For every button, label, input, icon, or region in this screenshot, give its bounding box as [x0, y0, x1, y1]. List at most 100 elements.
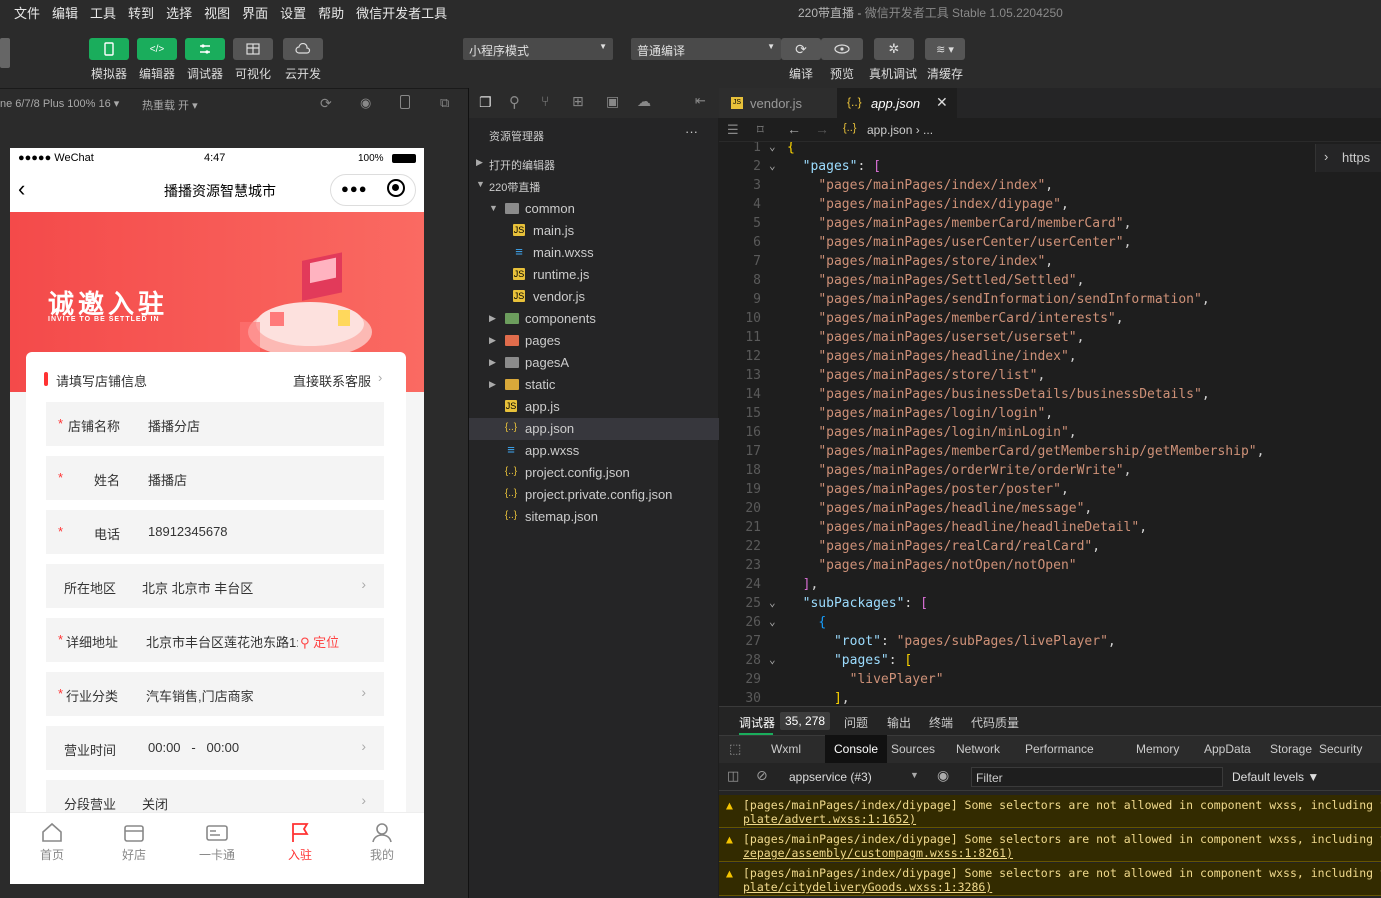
clear-cache-button[interactable]: ≋ ▾ — [925, 38, 965, 60]
tree-item[interactable]: ▶ static — [469, 374, 719, 396]
back-icon[interactable]: ← — [787, 121, 801, 137]
source-link[interactable]: plate/advert.wxss:1:1652) — [743, 812, 916, 826]
field-business-hours[interactable]: 营业时间 00:00 - 00:00 › — [46, 726, 384, 770]
menu-item[interactable]: 帮助 — [318, 3, 344, 22]
menu-item[interactable]: 微信开发者工具 — [356, 3, 447, 22]
log-levels-select[interactable]: Default levels ▼ — [1232, 770, 1319, 784]
extensions-icon[interactable]: ⊞ — [572, 93, 584, 110]
real-debug-button[interactable]: ✲ — [874, 38, 914, 60]
tab-mine[interactable]: 我的 — [352, 821, 412, 863]
forward-icon[interactable]: → — [815, 121, 829, 137]
console-tab-storage[interactable]: Storage — [1270, 742, 1312, 756]
field-region[interactable]: 所在地区 北京 北京市 丰台区 › — [46, 564, 384, 608]
code-area[interactable]: 1 ⌄{2 ⌄ "pages": [3 "pages/mainPages/index… — [719, 142, 1381, 706]
console-tab-console[interactable]: Console — [825, 735, 888, 763]
refresh-icon[interactable]: ⟳ — [320, 95, 332, 112]
field-shop-name[interactable]: * 店铺名称 播播分店 — [46, 402, 384, 446]
tab-app-json[interactable]: {..} app.json ✕ — [837, 88, 957, 118]
tree-item[interactable]: ≡ main.wxss — [469, 242, 719, 264]
tree-item[interactable]: ▶ pagesA — [469, 352, 719, 374]
fold-icon[interactable]: ⌄ — [769, 159, 776, 172]
more-icon[interactable]: ··· — [685, 124, 698, 139]
tree-item[interactable]: ≡ app.wxss — [469, 440, 719, 462]
menu-item[interactable]: 工具 — [90, 3, 116, 22]
context-select[interactable]: appservice (#3) — [789, 770, 872, 784]
cloud-icon[interactable]: ☁ — [637, 93, 651, 110]
field-name[interactable]: * 姓名 播播店 — [46, 456, 384, 500]
console-tab-appdata[interactable]: AppData — [1204, 742, 1251, 756]
close-icon[interactable] — [387, 179, 405, 197]
field-phone[interactable]: * 电话 18912345678 — [46, 510, 384, 554]
tab-terminal[interactable]: 终端 — [929, 714, 953, 731]
compile-mode-select[interactable]: 普通编译 ▼ — [631, 38, 781, 60]
open-editors-section[interactable]: ▶ 打开的编辑器 — [469, 154, 719, 174]
more-icon[interactable]: ●●● — [341, 181, 368, 196]
files-icon[interactable]: ❐ — [479, 94, 492, 111]
tab-card[interactable]: 一卡通 — [187, 821, 247, 863]
tree-item[interactable]: {..} project.config.json — [469, 462, 719, 484]
locate-button[interactable]: ⚲ 定位 — [300, 632, 339, 651]
tab-shops[interactable]: 好店 — [104, 821, 164, 863]
inspect-icon[interactable]: ⬚ — [729, 741, 741, 757]
compile-button[interactable]: ⟳ — [781, 38, 821, 60]
contact-service-link[interactable]: 直接联系客服 — [293, 371, 371, 390]
device-select[interactable]: ne 6/7/8 Plus 100% 16 ▾ — [0, 97, 119, 110]
tab-home[interactable]: 首页 — [22, 821, 82, 863]
tab-debugger[interactable]: 调试器 — [739, 714, 775, 731]
clear-console-icon[interactable]: ⊘ — [756, 767, 768, 784]
filter-input[interactable]: Filter — [971, 767, 1223, 787]
hot-reload-toggle[interactable]: 热重载 开 ▾ — [142, 97, 198, 113]
tab-problems[interactable]: 问题 — [844, 714, 868, 731]
eye-icon[interactable]: ◉ — [937, 767, 949, 784]
back-icon[interactable]: ‹ — [18, 176, 25, 202]
console-tab-sources[interactable]: Sources — [891, 742, 935, 756]
bookmark-icon[interactable]: ⌑ — [757, 122, 764, 138]
fold-icon[interactable]: ⌄ — [769, 596, 776, 609]
tree-item[interactable]: JS app.js — [469, 396, 719, 418]
editor-button[interactable]: </> — [137, 38, 177, 60]
phone-icon[interactable] — [400, 95, 410, 109]
window-icon[interactable]: ⧉ — [440, 95, 449, 111]
project-section[interactable]: ▼ 220带直播 — [469, 176, 719, 196]
collapse-panel-icon[interactable]: ⇤ — [695, 93, 706, 109]
fold-icon[interactable]: ⌄ — [769, 653, 776, 666]
debugger-button[interactable] — [185, 38, 225, 60]
menu-item[interactable]: 设置 — [280, 3, 306, 22]
search-icon[interactable]: ⚲ — [509, 93, 520, 111]
stop-icon[interactable]: ◉ — [360, 95, 371, 111]
fold-icon[interactable]: ⌄ — [769, 142, 776, 153]
tree-item[interactable]: JS runtime.js — [469, 264, 719, 286]
tree-item[interactable]: {..} sitemap.json — [469, 506, 719, 528]
console-tab-network[interactable]: Network — [956, 742, 1000, 756]
field-industry[interactable]: * 行业分类 汽车销售,门店商家 › — [46, 672, 384, 716]
save-icon[interactable]: ▣ — [606, 93, 619, 110]
tree-item[interactable]: ▶ pages — [469, 330, 719, 352]
menu-item[interactable]: 编辑 — [52, 3, 78, 22]
menu-item[interactable]: 视图 — [204, 3, 230, 22]
simulator-button[interactable] — [89, 38, 129, 60]
list-icon[interactable]: ☰ — [727, 122, 739, 138]
tab-vendor-js[interactable]: JS vendor.js — [719, 88, 837, 118]
suggestion-widget[interactable]: › https — [1315, 144, 1381, 172]
console-tab-wxml[interactable]: Wxml — [771, 742, 801, 756]
tab-settle[interactable]: 入驻 — [270, 821, 330, 863]
source-link[interactable]: plate/citydeliveryGoods.wxss:1:3286) — [743, 880, 992, 894]
tree-item[interactable]: JS vendor.js — [469, 286, 719, 308]
cloud-button[interactable] — [283, 38, 323, 60]
preview-button[interactable] — [821, 38, 863, 60]
fold-icon[interactable]: ⌄ — [769, 615, 776, 628]
console-tab-security[interactable]: Security — [1319, 742, 1362, 756]
tree-item[interactable]: {..} app.json — [469, 418, 719, 440]
close-icon[interactable]: ✕ — [936, 94, 948, 111]
tab-output[interactable]: 输出 — [887, 714, 911, 731]
avatar[interactable] — [0, 38, 10, 68]
field-address[interactable]: * 详细地址 北京市丰台区莲花池东路1: ⚲ 定位 — [46, 618, 384, 662]
visual-button[interactable] — [233, 38, 273, 60]
menu-item[interactable]: 界面 — [242, 3, 268, 22]
console-tab-performance[interactable]: Performance — [1025, 742, 1094, 756]
tree-item[interactable]: JS main.js — [469, 220, 719, 242]
sidebar-toggle-icon[interactable]: ◫ — [727, 768, 739, 784]
tree-item[interactable]: ▶ components — [469, 308, 719, 330]
git-icon[interactable]: ⑂ — [541, 93, 549, 109]
tree-item[interactable]: {..} project.private.config.json — [469, 484, 719, 506]
